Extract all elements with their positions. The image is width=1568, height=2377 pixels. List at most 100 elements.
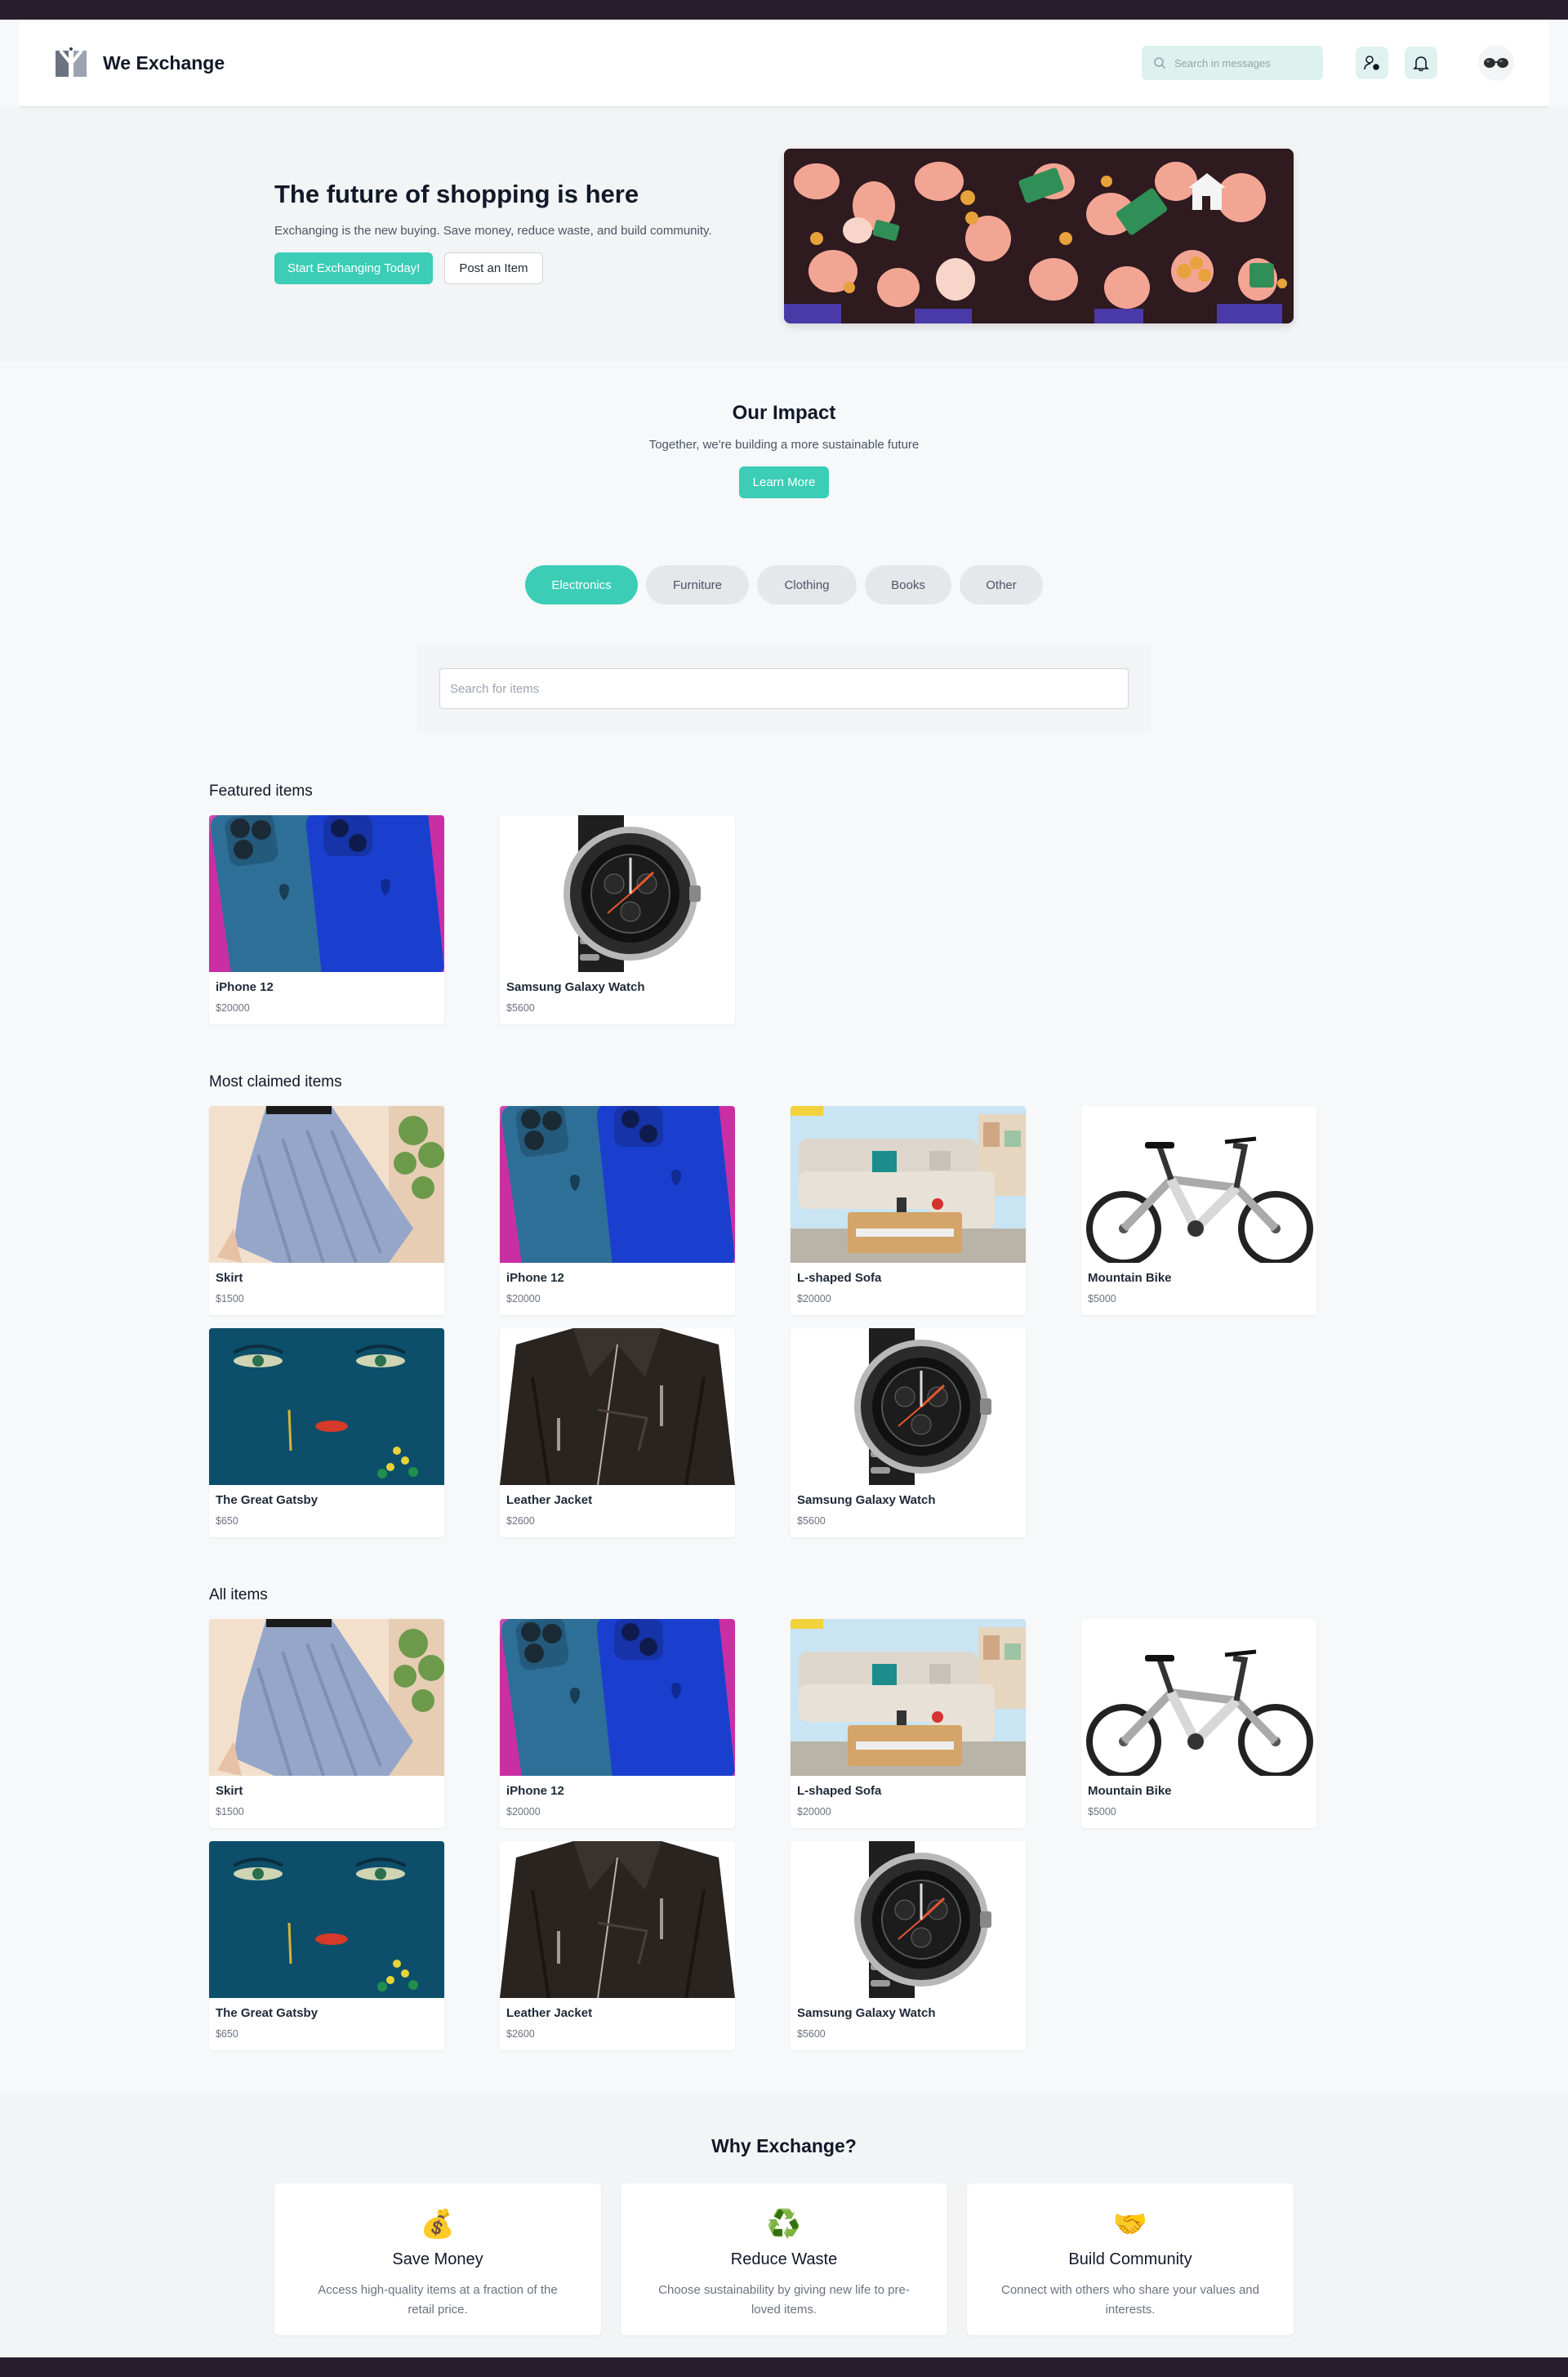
- item-price: $20000: [797, 1806, 831, 1817]
- why-title: Why Exchange?: [711, 2135, 857, 2156]
- hero-subtitle: Exchanging is the new buying. Save money…: [274, 224, 712, 238]
- item-image: [791, 1619, 1026, 1776]
- item-image: [500, 1106, 735, 1263]
- item-card[interactable]: Skirt $1500: [209, 1106, 444, 1315]
- item-search-input[interactable]: Search for items: [439, 668, 1129, 709]
- brand-name: We Exchange: [103, 51, 225, 74]
- why-exchange-section: Why Exchange? 💰 Save Money Access high-q…: [0, 2093, 1568, 2357]
- item-name: Samsung Galaxy Watch: [797, 1493, 936, 1507]
- avatar[interactable]: [1478, 45, 1514, 81]
- money-bag-icon: 💰: [420, 2209, 456, 2240]
- why-card-reduce-waste: ♻️ Reduce Waste Choose sustainability by…: [621, 2183, 947, 2335]
- why-card-desc: Choose sustainability by giving new life…: [658, 2283, 910, 2317]
- item-image: [500, 815, 735, 972]
- item-card[interactable]: L-shaped Sofa $20000: [791, 1106, 1026, 1315]
- item-price: $20000: [506, 1293, 541, 1304]
- item-price: $5600: [797, 2028, 826, 2040]
- item-name: L-shaped Sofa: [797, 1271, 882, 1285]
- item-price: $2600: [506, 2028, 535, 2040]
- why-card-title: Build Community: [1068, 2250, 1192, 2268]
- item-image: [500, 1619, 735, 1776]
- featured-grid: iPhone 12 $20000 Samsung Galaxy Watch $5600: [209, 815, 1316, 1024]
- category-other[interactable]: Other: [960, 565, 1043, 604]
- handshake-icon: 🤝: [1112, 2209, 1148, 2240]
- item-image: [500, 1328, 735, 1485]
- search-icon: [1154, 57, 1166, 69]
- impact-title: Our Impact: [732, 402, 836, 424]
- item-image: [791, 1841, 1026, 1998]
- bottom-bar: [0, 2357, 1568, 2377]
- item-price: $5000: [1088, 1806, 1116, 1817]
- sunglasses-avatar-icon: [1484, 58, 1508, 68]
- start-exchanging-button[interactable]: Start Exchanging Today!: [274, 252, 434, 284]
- item-image: [1081, 1619, 1316, 1776]
- category-tabs: Electronics Furniture Clothing Books Oth…: [0, 565, 1568, 604]
- item-card[interactable]: L-shaped Sofa $20000: [791, 1619, 1026, 1828]
- item-card[interactable]: iPhone 12 $20000: [209, 815, 444, 1024]
- hero-title: The future of shopping is here: [274, 180, 639, 208]
- item-price: $5600: [797, 1515, 826, 1527]
- why-card-title: Reduce Waste: [730, 2250, 838, 2268]
- learn-more-button[interactable]: Learn More: [738, 466, 830, 498]
- impact-subtitle: Together, we're building a more sustaina…: [648, 438, 920, 452]
- all-items-title: All items: [209, 1586, 268, 1603]
- most-claimed-title: Most claimed items: [209, 1073, 342, 1090]
- item-price: $5600: [506, 1002, 535, 1014]
- most-claimed-grid: Skirt $1500 iPhone 12 $20000 L-shaped Sofa $2…: [209, 1106, 1316, 1537]
- item-card[interactable]: Samsung Galaxy Watch $5600: [500, 815, 735, 1024]
- category-furniture[interactable]: Furniture: [646, 565, 749, 604]
- item-card[interactable]: Skirt $1500: [209, 1619, 444, 1828]
- brand[interactable]: We Exchange: [54, 46, 225, 80]
- why-card-build-community: 🤝 Build Community Connect with others wh…: [967, 2183, 1294, 2335]
- category-clothing[interactable]: Clothing: [757, 565, 857, 604]
- item-card[interactable]: The Great Gatsby $650: [209, 1328, 444, 1537]
- item-name: iPhone 12: [506, 1784, 564, 1798]
- item-name: Samsung Galaxy Watch: [506, 980, 645, 994]
- notifications-button[interactable]: [1405, 47, 1437, 79]
- item-price: $20000: [216, 1002, 250, 1014]
- recycle-icon: ♻️: [766, 2209, 802, 2240]
- item-card[interactable]: Mountain Bike $5000: [1081, 1106, 1316, 1315]
- item-price: $20000: [506, 1806, 541, 1817]
- item-card[interactable]: iPhone 12 $20000: [500, 1619, 735, 1828]
- category-electronics[interactable]: Electronics: [525, 565, 638, 604]
- item-price: $1500: [216, 1293, 244, 1304]
- item-name: Leather Jacket: [506, 1493, 593, 1507]
- item-card[interactable]: Leather Jacket $2600: [500, 1841, 735, 2050]
- item-image: [791, 1328, 1026, 1485]
- item-card[interactable]: Samsung Galaxy Watch $5600: [791, 1328, 1026, 1537]
- item-image: [500, 1841, 735, 1998]
- hero-section: The future of shopping is here Exchangin…: [0, 108, 1568, 361]
- featured-section: Featured items iPhone 12 $20000 Samsung Ga…: [209, 783, 1316, 1024]
- item-card[interactable]: iPhone 12 $20000: [500, 1106, 735, 1315]
- item-price: $5000: [1088, 1293, 1116, 1304]
- item-card[interactable]: Leather Jacket $2600: [500, 1328, 735, 1537]
- item-image: [209, 815, 444, 972]
- item-price: $650: [216, 2028, 238, 2040]
- category-books[interactable]: Books: [865, 565, 951, 604]
- item-image: [209, 1619, 444, 1776]
- post-item-button[interactable]: Post an Item: [444, 252, 543, 284]
- user-settings-button[interactable]: [1356, 47, 1388, 79]
- item-name: Skirt: [216, 1271, 243, 1285]
- all-items-section: All items Skirt $1500 iPhone 12 $20000 L-sha…: [209, 1586, 1316, 2050]
- item-price: $2600: [506, 1515, 535, 1527]
- why-card-desc: Access high-quality items at a fraction …: [318, 2283, 558, 2317]
- item-name: Leather Jacket: [506, 2006, 593, 2020]
- item-card[interactable]: Samsung Galaxy Watch $5600: [791, 1841, 1026, 2050]
- logo-icon: [56, 47, 87, 77]
- item-name: Mountain Bike: [1088, 1784, 1172, 1798]
- all-items-grid: Skirt $1500 iPhone 12 $20000 L-shaped Sofa $2…: [209, 1619, 1316, 2050]
- message-search-input[interactable]: Search in messages: [1142, 46, 1323, 80]
- item-image: [1081, 1106, 1316, 1263]
- item-name: Skirt: [216, 1784, 243, 1798]
- item-name: The Great Gatsby: [216, 1493, 318, 1507]
- user-settings-icon: [1364, 56, 1379, 70]
- site-header: We Exchange Search in messages: [20, 20, 1548, 108]
- impact-section: Our Impact Together, we're building a mo…: [0, 361, 1568, 498]
- bell-icon: [1413, 56, 1429, 72]
- item-name: iPhone 12: [216, 980, 274, 994]
- item-card[interactable]: Mountain Bike $5000: [1081, 1619, 1316, 1828]
- why-card-desc: Connect with others who share your value…: [1000, 2283, 1259, 2317]
- item-card[interactable]: The Great Gatsby $650: [209, 1841, 444, 2050]
